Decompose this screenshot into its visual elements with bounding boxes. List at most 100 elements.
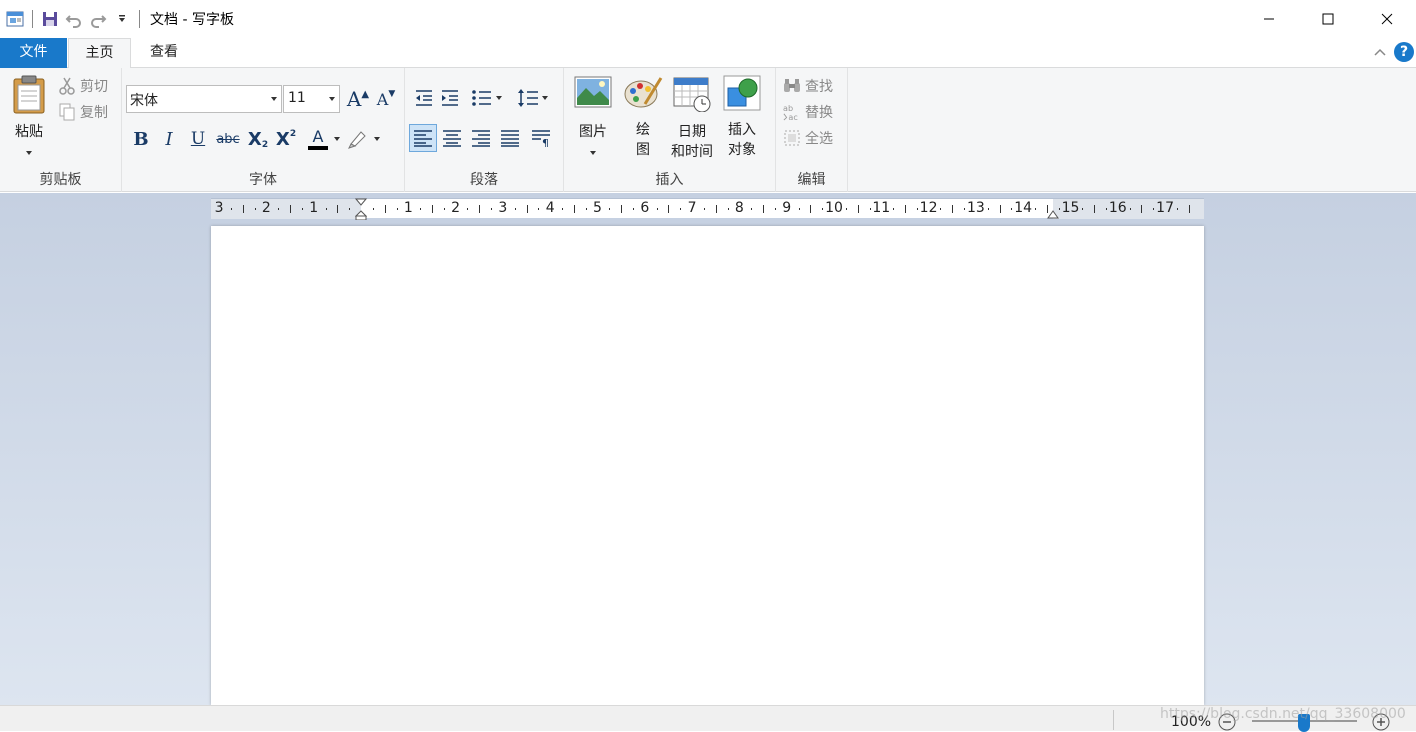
ruler-number: 7 <box>687 200 697 216</box>
strikethrough-button[interactable]: abc <box>215 126 241 152</box>
replace-button[interactable]: ab ac 替换 <box>783 101 833 123</box>
replace-icon: ab ac <box>783 103 801 122</box>
ruler-quarter-dot <box>940 208 942 210</box>
tab-view[interactable]: 查看 <box>131 38 197 68</box>
italic-button[interactable]: I <box>156 126 182 152</box>
status-bar: 100% https://blog.csdn.net/qq_33608000 <box>0 705 1416 732</box>
ruler-number: 1 <box>309 200 319 216</box>
paint-drawing-button[interactable]: 绘 图 <box>622 74 664 160</box>
ruler-quarter-dot <box>325 208 327 210</box>
font-size-select[interactable]: 11 <box>283 85 340 113</box>
ruler-quarter-dot <box>1035 208 1036 210</box>
ruler-number: 3 <box>498 200 508 216</box>
ruler-half-tick <box>904 205 906 213</box>
collapse-ribbon-icon[interactable] <box>1372 44 1388 60</box>
help-icon[interactable]: ? <box>1394 42 1414 62</box>
horizontal-ruler[interactable]: 3 2 1 1 2 3 4 5 6 7 8 9 10 11 12 13 14 15 16 17 <box>211 198 1204 220</box>
text-color-button[interactable]: A <box>304 126 344 152</box>
subscript-button[interactable]: X2 <box>245 126 271 152</box>
underline-button[interactable]: U <box>185 126 211 152</box>
line-spacing-button[interactable] <box>514 85 552 111</box>
subscript-icon: X <box>247 128 262 150</box>
ruler-number: 15 <box>1061 200 1080 216</box>
svg-text:¶: ¶ <box>542 137 549 147</box>
grow-font-button[interactable]: A ▲ <box>345 86 371 112</box>
paragraph-settings-button[interactable]: ¶ <box>528 125 554 151</box>
paint-palette-icon <box>624 77 663 108</box>
ruler-quarter-dot <box>822 208 824 210</box>
paint-label-line1: 绘 <box>636 122 650 138</box>
align-left-button[interactable] <box>409 124 437 152</box>
ruler-number: 8 <box>734 200 744 216</box>
insert-object-label-line1: 插入 <box>728 122 756 138</box>
select-all-button[interactable]: 全选 <box>783 127 833 149</box>
qat-separator <box>139 9 140 28</box>
bullets-button[interactable] <box>468 85 506 111</box>
paste-button[interactable]: 粘贴 <box>6 74 52 162</box>
copy-button[interactable]: 复制 <box>58 101 108 123</box>
ruler-number: 3 <box>214 200 224 216</box>
ruler-quarter-dot <box>798 208 800 210</box>
font-family-select[interactable]: 宋体 <box>126 85 282 113</box>
maximize-button[interactable] <box>1298 0 1357 37</box>
ruler-quarter-dot <box>254 208 256 210</box>
first-line-indent-marker[interactable] <box>355 198 367 220</box>
customize-qat-dropdown-icon[interactable] <box>113 10 131 28</box>
ruler-quarter-dot <box>467 208 469 210</box>
font-size-dropdown-icon <box>329 97 335 101</box>
line-spacing-dropdown-icon <box>542 96 548 100</box>
ruler-quarter-dot <box>1176 208 1178 210</box>
italic-icon: I <box>165 128 173 150</box>
ruler-half-tick <box>999 205 1001 213</box>
highlight-color-button[interactable] <box>344 126 384 152</box>
ruler-quarter-dot <box>562 208 563 210</box>
close-button[interactable] <box>1357 0 1416 37</box>
ruler-number: 9 <box>782 200 792 216</box>
undo-icon[interactable] <box>65 10 83 28</box>
ruler-quarter-dot <box>1011 208 1013 210</box>
insert-datetime-button[interactable]: 日期 和时间 <box>669 76 715 162</box>
align-left-icon <box>414 130 432 147</box>
paste-label: 粘贴 <box>15 124 43 140</box>
save-icon[interactable] <box>41 10 59 28</box>
cut-button[interactable]: 剪切 <box>58 75 108 97</box>
ruler-half-tick <box>479 205 481 213</box>
datetime-label-line1: 日期 <box>678 124 706 140</box>
insert-picture-button[interactable]: 图片 <box>572 76 614 162</box>
ruler-quarter-dot <box>443 208 445 210</box>
align-right-button[interactable] <box>468 125 494 151</box>
align-center-icon <box>443 130 461 147</box>
align-center-button[interactable] <box>439 125 465 151</box>
ruler-half-tick <box>1046 205 1048 213</box>
decrease-indent-button[interactable] <box>411 85 437 111</box>
ruler-number: 5 <box>593 200 602 216</box>
increase-indent-button[interactable] <box>437 85 463 111</box>
minimize-button[interactable] <box>1239 0 1298 37</box>
ruler-half-tick <box>763 205 764 213</box>
qat-separator <box>32 9 33 28</box>
redo-icon[interactable] <box>89 10 107 28</box>
ruler-quarter-dot <box>964 208 966 210</box>
ruler-quarter-dot <box>680 208 682 210</box>
ruler-number: 14 <box>1014 200 1033 216</box>
ruler-number: 1 <box>403 200 413 216</box>
insert-object-button[interactable]: 插入 对象 <box>720 74 764 160</box>
find-button[interactable]: 查找 <box>783 75 833 97</box>
right-indent-marker[interactable] <box>1047 210 1059 220</box>
bold-button[interactable]: B <box>128 126 154 152</box>
ruler-quarter-dot <box>656 208 658 210</box>
tab-file[interactable]: 文件 <box>0 38 67 68</box>
ruler-quarter-dot <box>230 208 232 210</box>
justify-button[interactable] <box>497 125 523 151</box>
ruler-number: 6 <box>640 200 650 216</box>
wordpad-app-icon[interactable] <box>6 10 24 28</box>
copy-icon <box>58 103 76 121</box>
ruler-quarter-dot <box>420 208 422 210</box>
ruler-quarter-dot <box>1129 208 1131 210</box>
document-page[interactable] <box>211 226 1204 705</box>
minimize-icon <box>1263 18 1274 19</box>
shrink-font-button[interactable]: A ▼ <box>373 86 399 112</box>
superscript-button[interactable]: X2 <box>273 126 299 152</box>
tab-home[interactable]: 主页 <box>68 38 131 69</box>
superscript-icon: X <box>275 128 290 150</box>
